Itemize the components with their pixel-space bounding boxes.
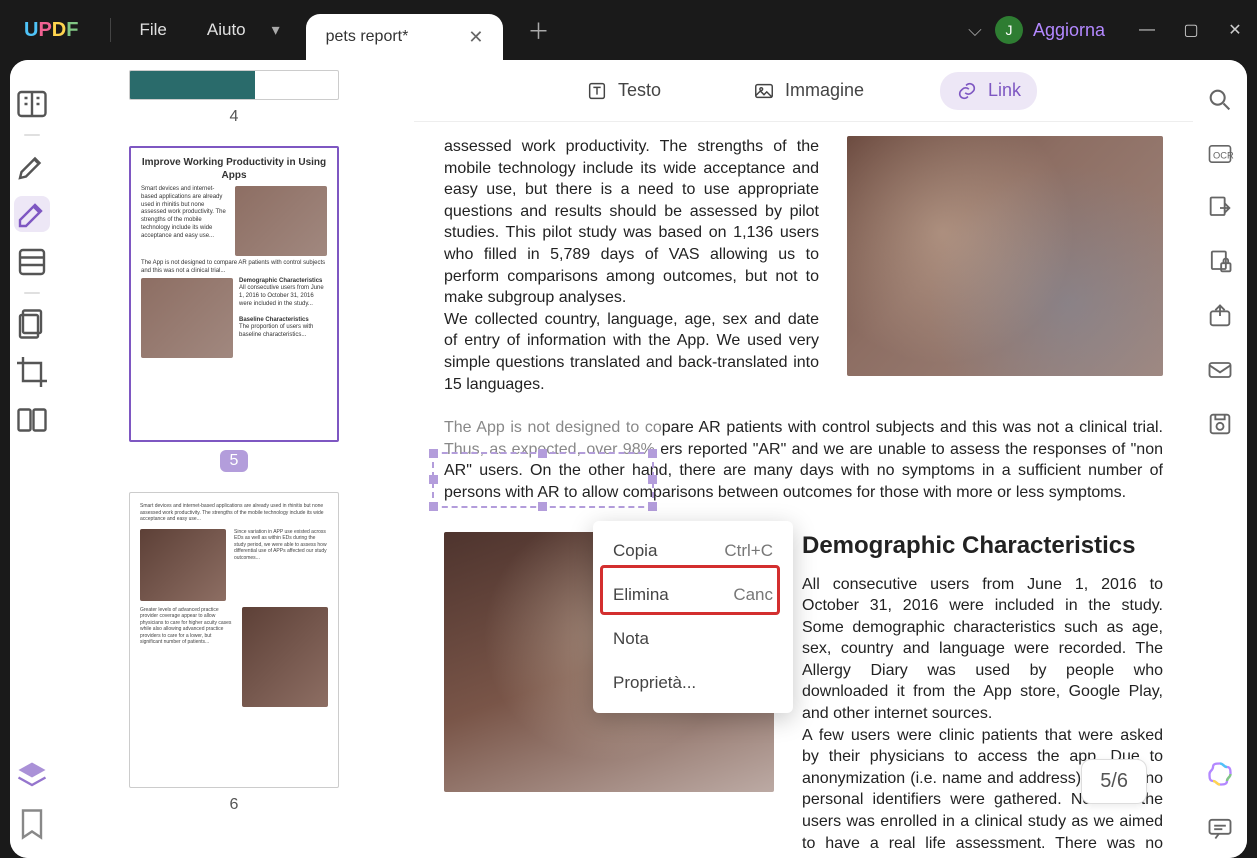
resize-handle[interactable]	[648, 475, 657, 484]
file-menu[interactable]: File	[119, 20, 186, 40]
save-icon[interactable]	[1206, 410, 1234, 438]
edit-toolbar: Testo Immagine Link	[414, 60, 1193, 122]
crop-tool-icon[interactable]	[14, 354, 50, 390]
tab-title: pets report*	[326, 28, 409, 46]
section-heading: Demographic Characteristics	[802, 532, 1163, 560]
ocr-icon[interactable]: OCR	[1206, 140, 1234, 168]
menu-dropdown-icon[interactable]: ▾	[266, 20, 286, 40]
divider	[24, 292, 40, 294]
thumbnails-panel: 4 Improve Working Productivity in Using …	[54, 60, 414, 858]
left-sidebar	[10, 60, 54, 858]
link-tool[interactable]: Link	[940, 72, 1037, 110]
resize-handle[interactable]	[429, 502, 438, 511]
app-logo: UPDF	[24, 19, 78, 42]
compare-icon[interactable]	[14, 402, 50, 438]
thumbnail-5[interactable]: Improve Working Productivity in Using Ap…	[114, 146, 354, 472]
resize-handle[interactable]	[429, 475, 438, 484]
image-tool-label: Immagine	[785, 80, 864, 101]
svg-text:OCR: OCR	[1213, 151, 1234, 161]
resize-handle[interactable]	[538, 502, 547, 511]
link-tool-label: Link	[988, 80, 1021, 101]
comments-icon[interactable]	[1206, 814, 1234, 842]
maximize-icon[interactable]: ▢	[1169, 20, 1213, 40]
resize-handle[interactable]	[538, 449, 547, 458]
text-tool[interactable]: Testo	[570, 72, 677, 110]
paragraph-text: assessed work productivity. The strength…	[444, 138, 819, 306]
organize-pages-icon[interactable]	[14, 244, 50, 280]
reader-mode-icon[interactable]	[14, 86, 50, 122]
resize-handle[interactable]	[648, 449, 657, 458]
resize-handle[interactable]	[429, 449, 438, 458]
thumb-title: Improve Working Productivity in Using Ap…	[141, 156, 327, 182]
image-icon	[753, 80, 775, 102]
text-tool-label: Testo	[618, 80, 661, 101]
link-selection-box[interactable]	[432, 452, 654, 508]
search-icon[interactable]	[1206, 86, 1234, 114]
upgrade-link[interactable]: Aggiorna	[1033, 20, 1105, 41]
paragraph-text: All consecutive users from June 1, 2016 …	[802, 574, 1163, 725]
document-tab[interactable]: pets report* ✕	[306, 14, 504, 60]
ai-assistant-icon[interactable]	[1206, 760, 1234, 788]
page-number: 4	[114, 108, 354, 126]
workspace: 4 Improve Working Productivity in Using …	[10, 60, 1247, 858]
add-tab-icon[interactable]: ＋	[527, 14, 549, 46]
convert-icon[interactable]	[1206, 194, 1234, 222]
help-menu[interactable]: Aiuto	[187, 20, 266, 40]
minimize-icon[interactable]: —	[1125, 21, 1169, 39]
page-number-current: 5	[220, 450, 249, 472]
text-icon	[586, 80, 608, 102]
user-avatar[interactable]: J	[995, 16, 1023, 44]
context-copy[interactable]: CopiaCtrl+C	[593, 529, 793, 573]
tabs-overflow-icon[interactable]: ⌵	[955, 20, 995, 41]
context-delete[interactable]: EliminaCanc	[593, 573, 793, 617]
page-indicator[interactable]: 5/6	[1081, 759, 1147, 804]
edit-tool-icon[interactable]	[14, 196, 50, 232]
pages-panel-icon[interactable]	[14, 306, 50, 342]
protect-icon[interactable]	[1206, 248, 1234, 276]
separator	[110, 18, 111, 42]
hero-image[interactable]	[847, 136, 1163, 376]
bookmark-icon[interactable]	[14, 806, 50, 842]
layers-icon[interactable]	[14, 758, 50, 794]
context-note[interactable]: Nota	[593, 617, 793, 661]
image-tool[interactable]: Immagine	[737, 72, 880, 110]
share-icon[interactable]	[1206, 302, 1234, 330]
divider	[24, 134, 40, 136]
close-window-icon[interactable]: ✕	[1213, 20, 1257, 40]
thumbnail-6[interactable]: Smart devices and internet-based applica…	[114, 492, 354, 814]
close-tab-icon[interactable]: ✕	[468, 27, 483, 48]
paragraph-text: We collected country, language, age, sex…	[444, 311, 819, 393]
context-properties[interactable]: Proprietà...	[593, 661, 793, 705]
link-icon	[956, 80, 978, 102]
context-menu: CopiaCtrl+C EliminaCanc Nota Proprietà..…	[593, 521, 793, 713]
titlebar: UPDF File Aiuto ▾ pets report* ✕ ＋ ⌵ J A…	[0, 0, 1257, 60]
resize-handle[interactable]	[648, 502, 657, 511]
email-icon[interactable]	[1206, 356, 1234, 384]
right-sidebar: OCR	[1193, 60, 1247, 858]
page-number: 6	[114, 796, 354, 814]
highlight-tool-icon[interactable]	[14, 148, 50, 184]
thumbnail-4[interactable]: 4	[114, 70, 354, 126]
